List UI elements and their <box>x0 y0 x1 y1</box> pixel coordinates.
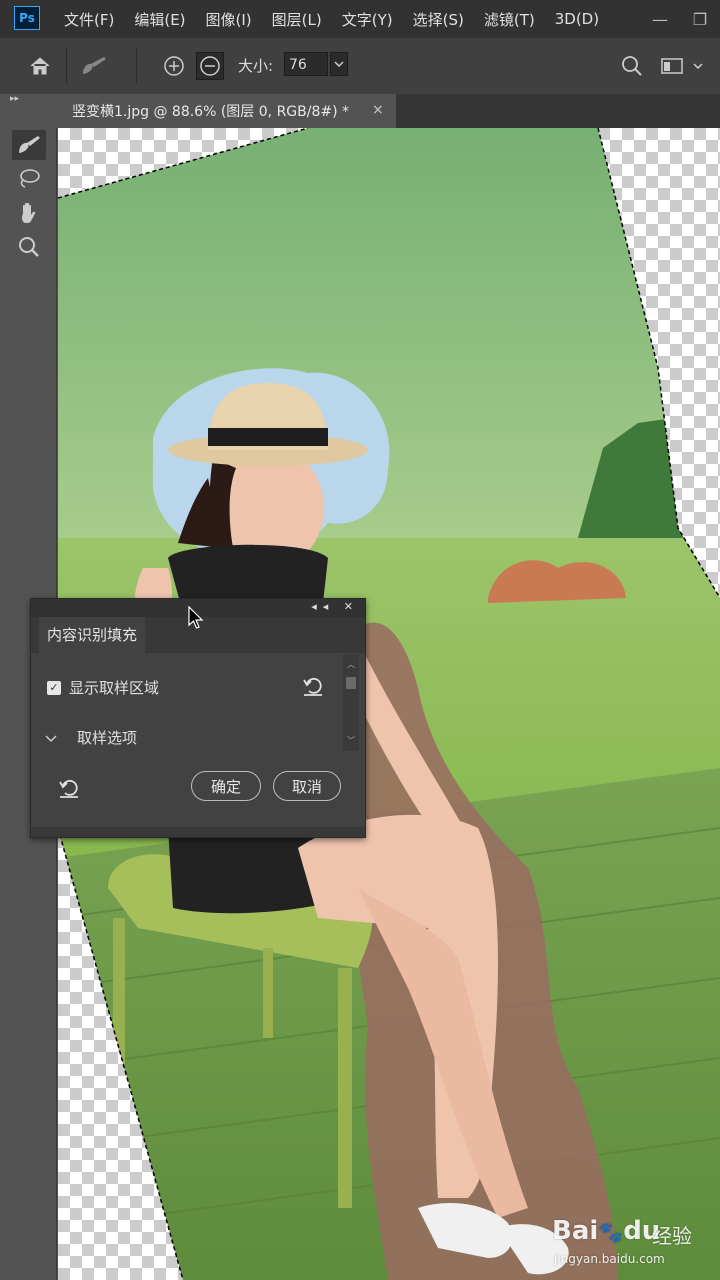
panel-scrollbar[interactable]: ︿ ﹀ <box>343 655 359 751</box>
minimize-button[interactable]: — <box>640 10 680 29</box>
tab-content-aware-fill[interactable]: 内容识别填充 <box>39 617 146 653</box>
menu-edit[interactable]: 编辑(E) <box>134 9 185 30</box>
panel-collapse-close-icon[interactable]: ◂◂ ✕ <box>311 600 359 613</box>
sampling-brush-tool-icon[interactable] <box>12 130 46 160</box>
watermark-brand: Bai🐾du <box>552 1216 661 1246</box>
subtract-from-sample-icon[interactable] <box>196 52 224 80</box>
menu-3d[interactable]: 3D(D) <box>555 10 599 28</box>
menu-filter[interactable]: 滤镜(T) <box>484 9 535 30</box>
restore-button[interactable]: ❐ <box>680 10 720 29</box>
reset-icon[interactable] <box>301 675 325 701</box>
menu-image[interactable]: 图像(I) <box>206 9 252 30</box>
search-icon[interactable] <box>618 52 646 80</box>
home-icon[interactable] <box>26 52 54 80</box>
panel-footer <box>31 827 365 837</box>
mouse-cursor-icon <box>188 605 204 634</box>
watermark-jingyan: 经验 <box>652 1224 692 1248</box>
content-aware-brush-icon[interactable] <box>80 52 108 80</box>
menu-type[interactable]: 文字(Y) <box>342 9 393 30</box>
zoom-icon[interactable] <box>12 232 46 262</box>
photoshop-logo: Ps <box>14 6 40 30</box>
show-sampling-checkbox[interactable]: ✓ <box>47 680 61 695</box>
menu-bar: Ps 文件(F) 编辑(E) 图像(I) 图层(L) 文字(Y) 选择(S) 滤… <box>0 0 720 38</box>
options-bar: 大小: 76 <box>0 38 720 95</box>
show-sampling-area-row[interactable]: ✓ 显示取样区域 <box>47 677 159 698</box>
show-sampling-label: 显示取样区域 <box>69 679 160 697</box>
size-label: 大小: <box>238 57 274 75</box>
collapse-icon[interactable]: ▸▸ <box>10 94 19 104</box>
menu-select[interactable]: 选择(S) <box>413 9 464 30</box>
watermark-url: jingyan.baidu.com <box>554 1252 665 1266</box>
document-tab-bar: 竖变横1.jpg @ 88.6% (图层 0, RGB/8#) * × <box>56 94 720 128</box>
cancel-button[interactable]: 取消 <box>273 771 341 801</box>
size-input[interactable]: 76 <box>284 52 328 76</box>
sampling-options-label: 取样选项 <box>77 729 138 747</box>
hand-icon[interactable] <box>12 198 46 228</box>
window-controls: — ❐ <box>640 0 720 38</box>
menu-file[interactable]: 文件(F) <box>64 9 114 30</box>
menu-items: 文件(F) 编辑(E) 图像(I) 图层(L) 文字(Y) 选择(S) 滤镜(T… <box>64 0 619 38</box>
menu-layer[interactable]: 图层(L) <box>272 9 322 30</box>
lasso-icon[interactable] <box>12 164 46 194</box>
close-icon[interactable]: × <box>372 102 384 118</box>
sampling-options-row[interactable]: 取样选项 <box>45 727 138 748</box>
document-tab[interactable]: 竖变横1.jpg @ 88.6% (图层 0, RGB/8#) * <box>56 94 396 128</box>
chevron-down-icon[interactable] <box>688 52 708 80</box>
workspace-icon[interactable] <box>658 52 686 80</box>
chevron-down-icon[interactable] <box>330 52 348 76</box>
ok-button[interactable]: 确定 <box>191 771 261 801</box>
reset-icon[interactable] <box>57 777 81 803</box>
add-to-sample-icon[interactable] <box>160 52 188 80</box>
document-title: 竖变横1.jpg @ 88.6% (图层 0, RGB/8#) * <box>72 104 350 120</box>
content-aware-fill-panel: ◂◂ ✕ 内容识别填充 ✓ 显示取样区域 取样选项 ︿ ﹀ 确定 取消 <box>30 598 366 838</box>
chevron-down-icon[interactable] <box>45 729 57 747</box>
baidu-jingyan-watermark: Bai🐾du 经验 jingyan.baidu.com <box>552 1200 720 1280</box>
